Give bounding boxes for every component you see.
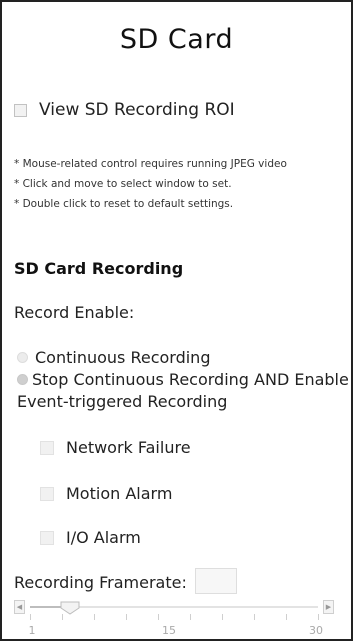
event-option-io-alarm[interactable]: I/O Alarm — [40, 528, 141, 547]
tick-label: 15 — [162, 624, 177, 637]
event-recording-radio[interactable] — [17, 374, 28, 385]
continuous-recording-radio[interactable] — [17, 352, 28, 363]
roi-notes: * Mouse-related control requires running… — [14, 154, 287, 214]
note-line: * Mouse-related control requires running… — [14, 158, 287, 170]
slider-tick-labels: 1 15 30 — [2, 624, 351, 638]
view-roi-checkbox[interactable] — [14, 103, 27, 117]
note-line: * Click and move to select window to set… — [14, 178, 232, 190]
io-alarm-label[interactable]: I/O Alarm — [66, 528, 141, 547]
slider-tick — [222, 614, 223, 620]
event-option-motion-alarm[interactable]: Motion Alarm — [40, 484, 172, 503]
motion-alarm-label[interactable]: Motion Alarm — [66, 484, 172, 503]
tick-label: 1 — [28, 624, 36, 637]
network-failure-checkbox[interactable] — [40, 440, 54, 455]
slider-left-arrow-icon[interactable]: ◀ — [14, 600, 25, 614]
slider-right-arrow-icon[interactable]: ▶ — [323, 600, 334, 614]
view-roi-row[interactable]: View SD Recording ROI — [14, 100, 235, 120]
slider-tick — [126, 614, 127, 620]
motion-alarm-checkbox[interactable] — [40, 486, 54, 501]
note-line: * Double click to reset to default setti… — [14, 198, 234, 210]
network-failure-label[interactable]: Network Failure — [66, 438, 191, 457]
record-enable-label: Record Enable: — [14, 303, 135, 322]
view-roi-label[interactable]: View SD Recording ROI — [39, 100, 235, 120]
slider-tick — [318, 614, 319, 620]
slider-thumb[interactable] — [60, 600, 80, 615]
slider-thumb-icon — [60, 601, 80, 615]
slider-tick — [158, 614, 159, 620]
record-mode-option[interactable]: Continuous Recording — [14, 347, 349, 369]
tick-label: 30 — [309, 624, 323, 637]
io-alarm-checkbox[interactable] — [40, 530, 54, 545]
record-mode-option[interactable]: Stop Continuous Recording AND Enable Eve… — [14, 369, 349, 413]
framerate-slider[interactable]: ◀ ▶ — [14, 600, 334, 615]
event-recording-label[interactable]: Stop Continuous Recording AND Enable Eve… — [17, 370, 349, 411]
slider-tick — [286, 614, 287, 620]
framerate-row: Recording Framerate: — [14, 568, 237, 595]
framerate-value-box[interactable] — [194, 568, 237, 594]
page-title: SD Card — [119, 24, 234, 55]
event-option-network-failure[interactable]: Network Failure — [40, 438, 191, 457]
framerate-label: Recording Framerate: — [14, 572, 187, 592]
continuous-recording-label[interactable]: Continuous Recording — [35, 348, 210, 367]
slider-tick — [254, 614, 255, 620]
slider-tick — [62, 614, 63, 620]
slider-tick — [30, 614, 31, 620]
sd-card-panel: SD Card View SD Recording ROI * Mouse-re… — [0, 0, 353, 641]
slider-tick — [94, 614, 95, 620]
slider-ticks — [30, 614, 319, 622]
sd-recording-heading: SD Card Recording — [14, 259, 184, 278]
record-mode-group: Continuous Recording Stop Continuous Rec… — [14, 347, 349, 413]
slider-tick — [190, 614, 191, 620]
